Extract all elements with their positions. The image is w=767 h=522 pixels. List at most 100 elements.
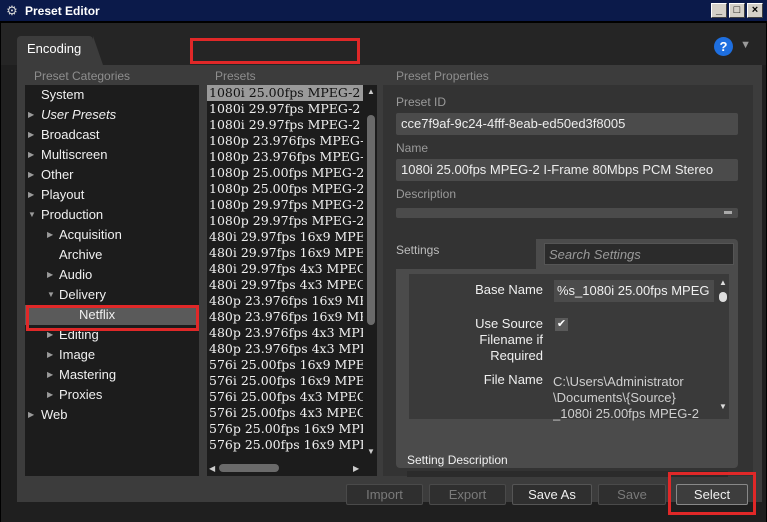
category-item[interactable]: ▶ Image (25, 345, 199, 365)
scroll-up-icon[interactable]: ▲ (367, 87, 375, 96)
tab-strip: Encoding ? ▼ (1, 23, 766, 65)
close-icon[interactable]: × (747, 3, 763, 18)
category-item[interactable]: ▶ Broadcast (25, 125, 199, 145)
category-label: Other (41, 167, 74, 182)
preset-item[interactable]: 1080p 25.00fps MPEG-2 I- (207, 181, 363, 197)
properties-header: Preset Properties (396, 69, 489, 83)
preset-item[interactable]: 480p 23.976fps 4x3 MPEG (207, 341, 363, 357)
selected-preset-highlight (190, 38, 360, 64)
chevron-right-icon[interactable]: ▶ (47, 365, 53, 385)
chevron-right-icon[interactable]: ▶ (28, 125, 34, 145)
preset-item[interactable]: 1080i 29.97fps MPEG-2 I-F (207, 101, 363, 117)
preset-item[interactable]: 1080p 23.976fps MPEG-2 (207, 133, 363, 149)
preset-item[interactable]: 1080p 29.97fps MPEG-2 I- (207, 213, 363, 229)
preset-id-field[interactable]: cce7f9af-9c24-4fff-8eab-ed50ed3f8005 (396, 113, 738, 135)
use-source-checkbox[interactable]: ✔ (555, 318, 568, 331)
preset-item[interactable]: 576p 25.00fps 16x9 MPEG (207, 437, 363, 453)
name-field[interactable]: 1080i 25.00fps MPEG-2 I-Frame 80Mbps PCM… (396, 159, 738, 181)
file-name-line-1: C:\Users\Administrator (553, 374, 684, 389)
category-label: Delivery (59, 287, 106, 302)
category-item[interactable]: ▶ Multiscreen (25, 145, 199, 165)
settings-list: Base Name %s_1080i 25.00fps MPEG Use Sou… (409, 274, 729, 422)
save-button[interactable]: Save (598, 484, 666, 505)
scroll-down-icon[interactable]: ▼ (719, 402, 727, 411)
category-label: Proxies (59, 387, 103, 402)
scroll-up-icon[interactable]: ▲ (719, 278, 727, 287)
chevron-right-icon[interactable]: ▶ (28, 405, 34, 425)
export-button[interactable]: Export (429, 484, 506, 505)
maximize-icon[interactable]: □ (729, 3, 745, 18)
category-item[interactable]: Archive (25, 245, 199, 265)
preset-item[interactable]: 480i 29.97fps 16x9 MPEG- (207, 229, 363, 245)
preset-vertical-scrollbar[interactable]: ▲ ▼ (365, 85, 377, 459)
chevron-right-icon[interactable]: ▶ (28, 145, 34, 165)
category-item[interactable]: ▶ Web (25, 405, 199, 425)
preset-item[interactable]: 576i 25.00fps 4x3 MPEG-2 (207, 405, 363, 421)
resize-grip-icon[interactable] (724, 211, 732, 214)
preset-item[interactable]: 1080p 25.00fps MPEG-2 I- (207, 165, 363, 181)
import-button[interactable]: Import (346, 484, 423, 505)
preset-item[interactable]: 480p 23.976fps 4x3 MPEG (207, 325, 363, 341)
tab-encoding[interactable]: Encoding (17, 36, 103, 65)
categories-header: Preset Categories (34, 69, 131, 83)
name-label: Name (396, 141, 429, 155)
category-item[interactable]: ▼ Production (25, 205, 199, 225)
preset-item[interactable]: 576p 25.00fps 16x9 MPEG (207, 421, 363, 437)
description-label: Description (396, 187, 457, 201)
preset-item[interactable]: 1080i 25.00fps MPEG-2 I-F (207, 85, 363, 101)
preset-item[interactable]: 480i 29.97fps 4x3 MPEG-2 (207, 277, 363, 293)
chevron-right-icon[interactable]: ▶ (47, 385, 53, 405)
chevron-right-icon[interactable]: ▶ (28, 105, 34, 125)
preset-item[interactable]: 1080p 29.97fps MPEG-2 I- (207, 197, 363, 213)
scroll-right-icon[interactable]: ▶ (353, 464, 359, 473)
preset-hscroll-thumb[interactable] (219, 464, 279, 472)
chevron-right-icon[interactable]: ▶ (28, 185, 34, 205)
category-item[interactable]: ▶ Proxies (25, 385, 199, 405)
category-label: User Presets (41, 107, 117, 122)
scroll-left-icon[interactable]: ◀ (209, 464, 215, 473)
settings-scroll-thumb[interactable] (719, 292, 727, 302)
chevron-down-icon[interactable]: ▼ (47, 285, 55, 305)
preset-item[interactable]: 480i 29.97fps 4x3 MPEG-2 (207, 261, 363, 277)
app-gear-icon: ⚙ (6, 2, 18, 18)
file-name-line-3: _1080i 25.00fps MPEG-2 (553, 406, 699, 421)
category-item[interactable]: ▶ Acquisition (25, 225, 199, 245)
settings-scrollbar[interactable]: ▲ ▼ (718, 278, 728, 413)
category-tree: System ▶ User Presets ▶ Broadcast ▶ Multiscree… (25, 85, 199, 476)
preset-item[interactable]: 480p 23.976fps 16x9 MPEG (207, 309, 363, 325)
scroll-down-icon[interactable]: ▼ (367, 447, 375, 456)
category-label: Web (41, 407, 68, 422)
category-item[interactable]: System (25, 85, 199, 105)
title-bar: ⚙ Preset Editor _ □ × (0, 0, 767, 22)
preset-item[interactable]: 1080i 29.97fps MPEG-2 I-F (207, 117, 363, 133)
chevron-right-icon[interactable]: ▶ (28, 165, 34, 185)
chevron-right-icon[interactable]: ▶ (47, 265, 53, 285)
file-name-value[interactable]: C:\Users\Administrator \Documents\{Sourc… (553, 374, 718, 422)
chevron-down-icon[interactable]: ▼ (28, 205, 36, 225)
minimize-icon[interactable]: _ (711, 3, 727, 18)
presets-header: Presets (215, 69, 256, 83)
help-icon[interactable]: ? (714, 37, 733, 56)
category-item[interactable]: ▶ Audio (25, 265, 199, 285)
description-field[interactable] (396, 208, 738, 218)
preset-item[interactable]: 480p 23.976fps 16x9 MPEG (207, 293, 363, 309)
preset-item[interactable]: 576i 25.00fps 4x3 MPEG-2 (207, 389, 363, 405)
chevron-right-icon[interactable]: ▶ (47, 225, 53, 245)
preset-id-label: Preset ID (396, 95, 447, 109)
chevron-down-icon[interactable]: ▼ (740, 39, 751, 51)
search-settings-input[interactable]: Search Settings (544, 243, 734, 265)
category-item[interactable]: ▼ Delivery (25, 285, 199, 305)
save-as-button[interactable]: Save As (512, 484, 592, 505)
category-item[interactable]: ▶ Other (25, 165, 199, 185)
preset-scroll-thumb[interactable] (367, 115, 375, 325)
preset-item[interactable]: 480i 29.97fps 16x9 MPEG- (207, 245, 363, 261)
preset-item[interactable]: 1080p 23.976fps MPEG-2 (207, 149, 363, 165)
preset-horizontal-scrollbar[interactable]: ◀ ▶ (207, 461, 365, 475)
chevron-right-icon[interactable]: ▶ (47, 345, 53, 365)
category-item[interactable]: ▶ Playout (25, 185, 199, 205)
preset-item[interactable]: 576i 25.00fps 16x9 MPEG- (207, 357, 363, 373)
base-name-field[interactable]: %s_1080i 25.00fps MPEG (554, 280, 714, 302)
category-item[interactable]: ▶ User Presets (25, 105, 199, 125)
preset-item[interactable]: 576i 25.00fps 16x9 MPEG- (207, 373, 363, 389)
category-item[interactable]: ▶ Mastering (25, 365, 199, 385)
